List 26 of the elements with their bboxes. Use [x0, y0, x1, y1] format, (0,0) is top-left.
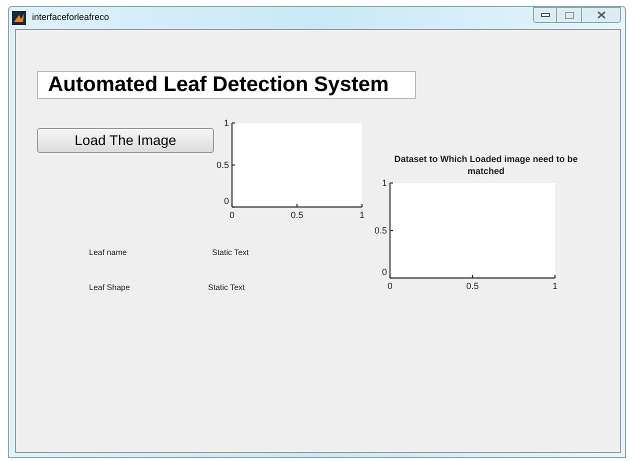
tick-label: 0.5: [216, 160, 229, 170]
heading: Automated Leaf Detection System: [37, 71, 416, 99]
load-image-button[interactable]: Load The Image: [37, 128, 214, 153]
close-button[interactable]: [581, 7, 621, 23]
close-icon: [596, 11, 606, 19]
static-text: Static Text: [208, 282, 245, 294]
tick-label: 1: [552, 281, 558, 291]
field-label: Leaf name: [89, 247, 127, 259]
static-text: Static Text: [212, 247, 249, 259]
window-title: interfaceforleafreco: [32, 11, 110, 24]
tick-label: 0: [388, 281, 392, 291]
tick-label: 0: [382, 267, 387, 277]
tick-label: 0: [224, 196, 229, 206]
field-label: Leaf Shape: [89, 282, 130, 294]
minimize-button[interactable]: [533, 7, 557, 23]
tick-label: 1: [360, 210, 364, 220]
minimize-icon: [540, 13, 550, 17]
tick-label: 0.5: [466, 281, 479, 291]
axes-title: Dataset to Which Loaded image need to be matched: [393, 153, 579, 177]
tick-label: 1: [382, 178, 387, 188]
tick-label: 0: [230, 210, 234, 220]
maximize-icon: [564, 12, 574, 18]
tick-label: 0.5: [374, 226, 387, 236]
app-icon: [12, 11, 26, 25]
tick-label: 0.5: [290, 210, 304, 220]
tick-label: 1: [224, 118, 229, 128]
